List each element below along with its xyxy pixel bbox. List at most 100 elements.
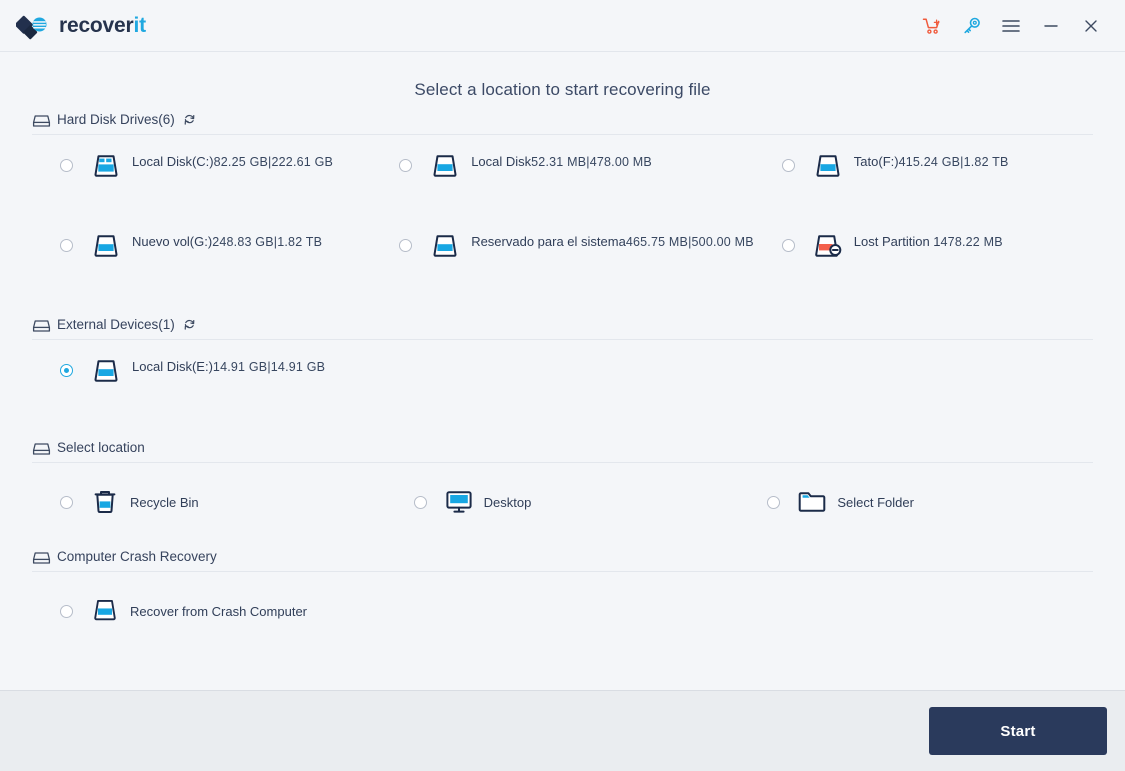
page-title: Select a location to start recovering fi… — [414, 80, 711, 99]
drive-radio[interactable] — [60, 364, 73, 377]
system-drive-icon — [94, 155, 118, 177]
drive-item[interactable]: Tato(F:)415.24 GB|1.82 TB — [754, 139, 1093, 219]
logo-text-accent: it — [133, 13, 147, 37]
drive-size-text: 415.24 GB|1.82 TB — [898, 155, 1009, 169]
drive-item[interactable]: Local Disk52.31 MB|478.00 MB — [371, 139, 754, 219]
start-button[interactable]: Start — [929, 707, 1107, 755]
drive-name: Local Disk(C:) — [132, 154, 214, 169]
drive-details: Nuevo vol(G:)248.83 GB|1.82 TB — [132, 233, 371, 251]
drive-size-text: 478.22 MB — [940, 235, 1003, 249]
drive-section-icon — [32, 115, 51, 127]
location-radio[interactable] — [60, 604, 73, 618]
section-title: Select location — [57, 440, 145, 455]
cart-icon[interactable] — [911, 8, 951, 44]
section-divider — [32, 339, 1093, 340]
location-label: Desktop — [483, 494, 532, 510]
location-label: Select Folder — [837, 494, 914, 510]
drive-details: Tato(F:)415.24 GB|1.82 TB — [854, 153, 1093, 171]
hard-disk-drive-grid: Local Disk(C:)82.25 GB|222.61 GB Local Di… — [32, 139, 1093, 299]
recoverit-window: recoverit Select a location to start rec… — [0, 0, 1125, 771]
lost-partition-icon — [813, 233, 843, 259]
drive-radio[interactable] — [399, 239, 413, 252]
drive-radio[interactable] — [781, 239, 795, 252]
drive-name: Nuevo vol(G:) — [132, 234, 213, 249]
refresh-icon[interactable] — [183, 113, 196, 127]
select-location-grid: Recycle Bin Desktop Select Folder — [32, 467, 1093, 537]
drive-item[interactable]: Reservado para el sistema465.75 MB|500.0… — [371, 219, 754, 299]
external-device-grid: Local Disk(E:)14.91 GB|14.91 GB — [32, 344, 1093, 424]
drive-details: Local Disk52.31 MB|478.00 MB — [471, 153, 754, 171]
section-header: Select location — [32, 440, 1093, 462]
drive-item[interactable]: Nuevo vol(G:)248.83 GB|1.82 TB — [32, 219, 371, 299]
location-label: Recycle Bin — [130, 494, 199, 510]
titlebar-actions — [911, 8, 1111, 44]
section-divider — [32, 134, 1093, 135]
location-radio[interactable] — [413, 495, 427, 509]
drive-size-text: 52.31 MB|478.00 MB — [531, 155, 652, 169]
drive-details: Lost Partition 1478.22 MB — [854, 233, 1093, 251]
minimize-icon[interactable] — [1031, 8, 1071, 44]
drive-section-icon — [32, 320, 51, 332]
drive-icon — [430, 153, 460, 179]
folder-icon — [798, 489, 826, 515]
drive-icon — [433, 235, 457, 257]
drive-name: Lost Partition 1 — [853, 234, 941, 249]
drive-details: Reservado para el sistema465.75 MB|500.0… — [471, 233, 754, 251]
drive-size-text: 14.91 GB|14.91 GB — [212, 360, 326, 374]
location-item[interactable]: Recycle Bin — [32, 467, 386, 537]
footer-bar: Start — [0, 690, 1125, 771]
section-divider — [32, 571, 1093, 572]
refresh-icon[interactable] — [183, 318, 196, 332]
drive-icon — [94, 235, 118, 257]
drive-radio[interactable] — [60, 239, 73, 252]
drive-icon — [813, 153, 843, 179]
drive-icon — [91, 598, 119, 624]
drive-icon — [94, 600, 116, 621]
drive-radio[interactable] — [60, 159, 73, 172]
folder-icon — [799, 492, 826, 512]
drive-icon — [430, 233, 460, 259]
drive-size-text: 248.83 GB|1.82 TB — [212, 235, 323, 249]
desktop-monitor-icon — [446, 491, 472, 513]
section-title: External Devices(1) — [57, 317, 175, 332]
desktop-monitor-icon — [445, 489, 473, 515]
section-crash-recovery: Computer Crash Recovery Recover from Cra… — [32, 549, 1093, 646]
main-content: Select a location to start recovering fi… — [0, 52, 1125, 690]
section-header: Hard Disk Drives(6) — [32, 112, 1093, 134]
location-label: Recover from Crash Computer — [130, 603, 307, 619]
section-title: Hard Disk Drives(6) — [57, 112, 175, 127]
lost-partition-icon — [814, 235, 842, 257]
section-title: Computer Crash Recovery — [57, 549, 217, 564]
drive-icon — [91, 358, 121, 384]
section-header: External Devices(1) — [32, 317, 1093, 339]
app-logo-text: recoverit — [59, 14, 146, 38]
recycle-bin-icon — [94, 491, 116, 514]
close-icon[interactable] — [1071, 8, 1111, 44]
drive-radio[interactable] — [399, 159, 413, 172]
logo-text-primary: recover — [59, 13, 134, 37]
drive-section-icon — [32, 443, 51, 455]
drive-item[interactable]: Lost Partition 1478.22 MB — [754, 219, 1093, 299]
section-hard-disk-drives: Hard Disk Drives(6) Local Disk(C:)82.25 … — [32, 112, 1093, 299]
crash-recovery-grid: Recover from Crash Computer — [32, 576, 1093, 646]
system-drive-icon — [91, 153, 121, 179]
location-radio[interactable] — [60, 495, 73, 509]
section-select-location: Select location Recycle Bin Desktop Select… — [32, 440, 1093, 537]
drive-name: Local Disk(E:) — [132, 359, 213, 374]
location-item[interactable]: Select Folder — [739, 467, 1093, 537]
location-radio[interactable] — [767, 495, 781, 509]
drive-item[interactable]: Local Disk(C:)82.25 GB|222.61 GB — [32, 139, 371, 219]
title-bar: recoverit — [0, 0, 1125, 52]
app-logo: recoverit — [16, 11, 146, 41]
hamburger-menu-icon[interactable] — [991, 8, 1031, 44]
drive-radio[interactable] — [781, 159, 795, 172]
recoverit-logo-icon — [16, 15, 47, 39]
section-external-devices: External Devices(1) Local Disk(E:)14.91 … — [32, 317, 1093, 424]
drive-item[interactable]: Local Disk(E:)14.91 GB|14.91 GB — [32, 344, 386, 424]
key-icon[interactable] — [951, 8, 991, 44]
recycle-bin-icon — [91, 489, 119, 515]
drive-name: Local Disk — [471, 154, 532, 169]
location-item[interactable]: Recover from Crash Computer — [32, 576, 386, 646]
drive-size-text: 82.25 GB|222.61 GB — [213, 155, 334, 169]
location-item[interactable]: Desktop — [386, 467, 740, 537]
